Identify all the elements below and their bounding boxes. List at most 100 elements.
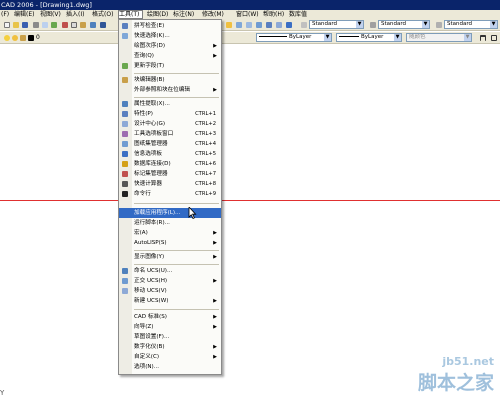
menu-item-cad-standards[interactable]: CAD 标准(S) ▶: [119, 312, 221, 322]
menu-draw[interactable]: 绘图(D): [147, 10, 168, 19]
menu-item-load-application[interactable]: 加载应用程序(L)...: [119, 208, 221, 218]
menu-edit[interactable]: 编辑(E): [14, 10, 34, 19]
design-center-button[interactable]: [274, 20, 282, 29]
mouse-pointer-icon: [188, 207, 197, 219]
linetype-select[interactable]: ByLayer ▼: [256, 33, 332, 42]
layer-on-toggle[interactable]: [2, 33, 10, 42]
menu-item-new-ucs[interactable]: 新建 UCS(W) ▶: [119, 296, 221, 306]
menu-window[interactable]: 窗口(W): [236, 10, 259, 19]
cut-button[interactable]: [60, 20, 68, 29]
zoom-window-button[interactable]: [244, 20, 252, 29]
menu-item-properties[interactable]: 特性(P) CTRL+1: [119, 109, 221, 119]
zoom-button[interactable]: [234, 20, 242, 29]
menu-item-attribute-extract[interactable]: 属性提取(X)...: [119, 99, 221, 109]
table-style-select[interactable]: Standard ▼: [444, 20, 498, 29]
menu-extra[interactable]: 数库值: [289, 10, 307, 19]
menu-file[interactable]: (F): [1, 10, 9, 19]
menu-item-wizards[interactable]: 向导(Z) ▶: [119, 322, 221, 332]
menu-item-named-ucs[interactable]: 命名 UCS(U)...: [119, 266, 221, 276]
watermark-url: jb51.net: [442, 355, 494, 368]
text-style-select[interactable]: Standard ▼: [309, 20, 364, 29]
drawing-canvas[interactable]: [0, 45, 500, 401]
menu-item-label: 移动 UCS(V): [134, 288, 167, 294]
ucs-icon: Y: [0, 389, 5, 397]
menu-item-label: 标记集管理器: [134, 171, 168, 177]
design-center-icon: [122, 121, 128, 127]
menu-item-info-palette[interactable]: 信息选项板 CTRL+5: [119, 149, 221, 159]
copy-button[interactable]: [69, 20, 77, 29]
menu-item-macro[interactable]: 宏(A) ▶: [119, 228, 221, 238]
menu-item-drafting-settings[interactable]: 草图设置(F)...: [119, 332, 221, 342]
pan-button[interactable]: [224, 20, 232, 29]
lineweight-sample: [339, 36, 359, 37]
paste-button[interactable]: [78, 20, 86, 29]
menu-item-command-line[interactable]: 命令行 CTRL+9: [119, 189, 221, 199]
menu-tools[interactable]: 工具(T): [118, 10, 143, 19]
submenu-arrow-icon: ▶: [213, 324, 217, 330]
shortcut-text: CTRL+3: [195, 131, 216, 137]
undo-button[interactable]: [98, 20, 106, 29]
menu-dimension[interactable]: 标注(N): [173, 10, 194, 19]
menu-item-autolisp[interactable]: AutoLISP(S) ▶: [119, 238, 221, 248]
menu-item-update-fields[interactable]: 更新字段(T): [119, 61, 221, 71]
layer-lock-toggle[interactable]: [18, 33, 26, 42]
plotstyle-value: 随颜色: [409, 34, 426, 40]
new-file-button[interactable]: [2, 20, 10, 29]
info-palette-icon: [122, 151, 128, 157]
menu-item-design-center[interactable]: 设计中心(G) CTRL+2: [119, 119, 221, 129]
menu-item-quickcalc[interactable]: 快速计算器 CTRL+8: [119, 179, 221, 189]
publish-button[interactable]: [49, 20, 57, 29]
current-layer[interactable]: 0: [36, 33, 40, 42]
preview-button[interactable]: [40, 20, 48, 29]
menu-item-display-image[interactable]: 显示图像(Y) ▶: [119, 252, 221, 262]
tools-menu: 拼写检查(E) 快速选择(K)... 绘图次序(D) ▶ 查询(Q) ▶ 更新字段(…: [118, 19, 222, 375]
menu-format[interactable]: 格式(O): [92, 10, 113, 19]
menu-item-db-connect[interactable]: 数据库连接(D) CTRL+6: [119, 159, 221, 169]
layer-color-swatch[interactable]: [26, 33, 34, 42]
menu-insert[interactable]: 插入(I): [66, 10, 84, 19]
table-style-icon-button[interactable]: [434, 20, 442, 29]
open-button[interactable]: [11, 20, 19, 29]
save-icon: [22, 22, 28, 28]
undo-icon: [100, 22, 106, 28]
menu-item-customize[interactable]: 自定义(C) ▶: [119, 352, 221, 362]
menu-item-inquiry[interactable]: 查询(Q) ▶: [119, 51, 221, 61]
dim-style-select[interactable]: Standard ▼: [378, 20, 430, 29]
open-folder-icon: [13, 22, 19, 28]
match-prop-button[interactable]: [88, 20, 96, 29]
menu-item-options[interactable]: 选项(N)...: [119, 362, 221, 372]
submenu-arrow-icon: ▶: [213, 53, 217, 59]
menu-item-ortho-ucs[interactable]: 正交 UCS(H) ▶: [119, 276, 221, 286]
help-button[interactable]: [284, 20, 292, 29]
menu-item-quick-select[interactable]: 快速选择(K)...: [119, 31, 221, 41]
menu-item-sheet-set[interactable]: 图纸集管理器 CTRL+4: [119, 139, 221, 149]
zoom-prev-button[interactable]: [254, 20, 262, 29]
menu-item-draw-order[interactable]: 绘图次序(D) ▶: [119, 41, 221, 51]
layer-freeze-toggle[interactable]: [10, 33, 18, 42]
properties-button[interactable]: [264, 20, 272, 29]
menu-separator: [134, 309, 219, 310]
properties-icon: [122, 111, 128, 117]
menu-item-block-editor[interactable]: 块编辑器(B): [119, 75, 221, 85]
menu-modify[interactable]: 修改(M): [202, 10, 224, 19]
menu-help[interactable]: 帮助(H): [263, 10, 284, 19]
menu-item-markup-set[interactable]: 标记集管理器 CTRL+7: [119, 169, 221, 179]
named-ucs-icon: [122, 268, 128, 274]
menu-item-xref-edit[interactable]: 外部参照和块在位编辑 ▶: [119, 85, 221, 95]
menu-item-tablet[interactable]: 数字化仪(B) ▶: [119, 342, 221, 352]
dim-aligned-button[interactable]: [489, 33, 497, 42]
menu-view[interactable]: 视图(V): [40, 10, 61, 19]
menu-item-spell-check[interactable]: 拼写检查(E): [119, 21, 221, 31]
save-button[interactable]: [20, 20, 28, 29]
dim-style-icon-button[interactable]: [368, 20, 376, 29]
menu-item-tool-palettes[interactable]: 工具选项板窗口 CTRL+3: [119, 129, 221, 139]
plotstyle-select[interactable]: 随颜色 ▼: [406, 33, 472, 42]
lineweight-select[interactable]: ByLayer ▼: [336, 33, 402, 42]
menu-item-label: 快速计算器: [134, 181, 162, 187]
menu-item-label: 块编辑器(B): [134, 77, 165, 83]
menu-item-run-script[interactable]: 运行脚本(R)...: [119, 218, 221, 228]
plot-button[interactable]: [31, 20, 39, 29]
dim-linear-button[interactable]: [478, 33, 486, 42]
text-style-icon-button[interactable]: [299, 20, 307, 29]
menu-item-move-ucs[interactable]: 移动 UCS(V): [119, 286, 221, 296]
